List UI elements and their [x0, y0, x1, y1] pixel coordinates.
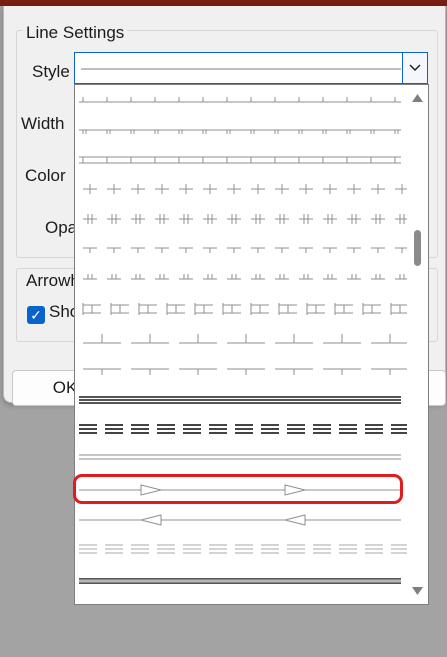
width-label: Width	[21, 114, 65, 133]
line-style-option-crosses[interactable]	[75, 175, 407, 203]
style-combobox[interactable]	[74, 52, 428, 84]
line-style-preview-icon	[83, 368, 407, 375]
line-style-preview-icon	[83, 184, 407, 194]
line-style-option-dash-down-ticks[interactable]	[75, 355, 407, 383]
line-style-option-triple-dashed-light[interactable]	[75, 535, 407, 563]
line-style-option-ticks-down-single[interactable]	[75, 234, 407, 262]
selected-style-preview	[81, 68, 401, 70]
line-style-option-ticks-double-up[interactable]	[75, 265, 407, 293]
style-dropdown-button[interactable]	[402, 53, 427, 83]
line-style-option-dash-ibeams[interactable]	[75, 295, 407, 323]
line-style-preview-icon	[79, 578, 401, 584]
line-style-option-dash-up-bars[interactable]	[75, 325, 407, 353]
line-style-preview-icon	[79, 544, 407, 554]
line-style-option-arrows-left[interactable]	[75, 506, 407, 534]
chevron-down-icon	[409, 64, 421, 71]
line-style-option-ticks-single-up[interactable]	[75, 88, 407, 116]
line-style-option-double-crosses[interactable]	[75, 205, 407, 233]
line-style-preview-icon	[83, 274, 407, 280]
scroll-up-arrow-icon[interactable]	[411, 93, 424, 103]
checkmark-icon: ✓	[30, 307, 42, 323]
opacity-label: Opa	[45, 218, 78, 237]
style-label: Style	[32, 62, 70, 81]
line-style-option-triple-thick[interactable]	[75, 386, 407, 414]
line-style-option-triple-dashed[interactable]	[75, 415, 407, 443]
line-style-preview-icon	[83, 334, 407, 344]
line-settings-group-label: Line Settings	[23, 23, 128, 43]
scrollbar-thumb[interactable]	[414, 230, 421, 266]
style-options-list	[75, 85, 407, 604]
line-style-preview-icon	[79, 396, 401, 404]
line-style-preview-icon	[83, 247, 407, 253]
scroll-down-arrow-icon[interactable]	[411, 586, 424, 596]
line-style-preview-icon	[83, 214, 407, 224]
line-style-option-ticks-double-down[interactable]	[75, 116, 407, 144]
line-style-option-thick-gray[interactable]	[75, 567, 407, 595]
line-style-preview-icon	[79, 156, 401, 164]
dropdown-scrollbar[interactable]	[407, 85, 428, 604]
highlighted-option-outline	[73, 474, 403, 504]
line-style-option-ticks-bars-down[interactable]	[75, 145, 407, 173]
line-style-preview-icon	[79, 97, 401, 103]
line-style-option-double-thin[interactable]	[75, 443, 407, 471]
color-label: Color	[25, 166, 66, 185]
show-arrowheads-checkbox[interactable]: ✓	[27, 306, 45, 324]
style-dropdown-list	[74, 84, 429, 605]
line-style-preview-icon	[79, 454, 401, 460]
line-style-preview-icon	[82, 303, 407, 315]
line-style-preview-icon	[79, 424, 407, 434]
line-style-preview-icon	[79, 514, 401, 526]
line-style-preview-icon	[79, 129, 401, 134]
